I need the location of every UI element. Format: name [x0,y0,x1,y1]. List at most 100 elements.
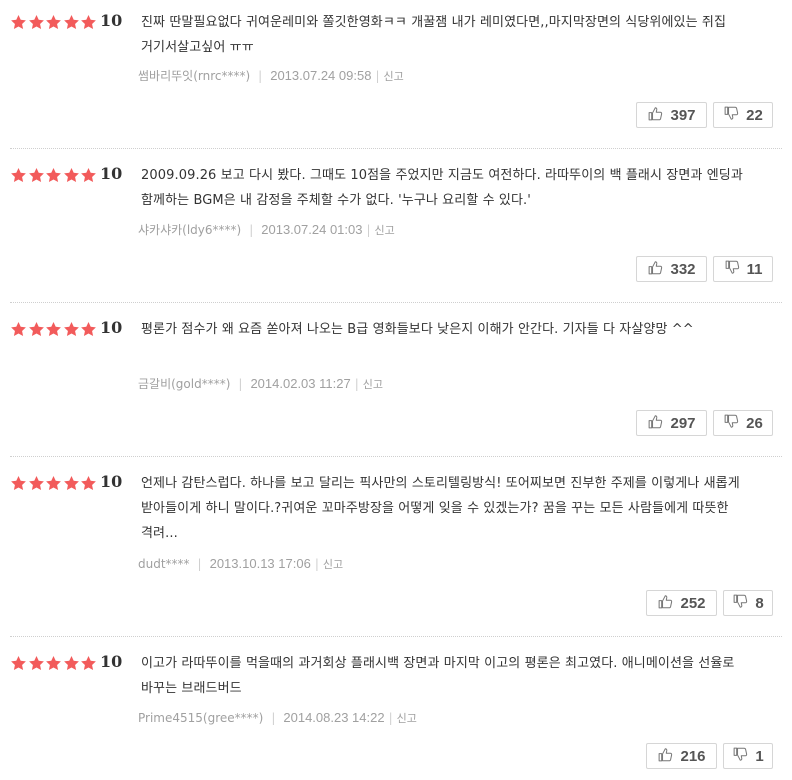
review-meta: Prime4515(gree****) | 2014.08.23 14:22 | 신고 [138,710,417,727]
like-count: 297 [670,414,696,432]
star-icon [28,321,46,338]
report-link[interactable]: 신고 [397,712,417,725]
review-divider [10,636,782,637]
star-icon [63,655,81,672]
review-author[interactable]: 샤카샤카(ldy6****) [138,223,241,237]
dislike-button[interactable]: 11 [713,256,773,282]
like-button[interactable]: 216 [646,743,717,769]
review-meta: 샤카샤카(ldy6****) | 2013.07.24 01:03 | 신고 [138,222,395,239]
dislike-count: 22 [746,106,763,124]
star-rating [10,165,98,185]
review-author[interactable]: 금갈비(gold****) [138,377,230,391]
star-rating [10,319,98,339]
star-icon [80,167,98,184]
star-icon [10,655,28,672]
star-icon [28,14,46,31]
review-score: 10 [100,652,123,671]
star-icon [28,167,46,184]
review-meta: 썸바리뚜잇(rnrc****) | 2013.07.24 09:58 | 신고 [138,68,404,85]
dislike-button[interactable]: 26 [713,410,773,436]
like-button[interactable]: 332 [636,256,707,282]
star-icon [45,14,63,31]
review-divider [10,148,782,149]
dislike-count: 1 [755,747,764,765]
review-author[interactable]: 썸바리뚜잇(rnrc****) [138,69,250,83]
review-score: 10 [100,164,123,183]
star-icon [80,14,98,31]
dislike-button[interactable]: 1 [723,743,773,769]
meta-divider: | [314,557,319,571]
meta-divider: | [375,69,380,83]
dislike-count: 11 [746,260,763,278]
star-icon [10,14,28,31]
review-meta: 금갈비(gold****) | 2014.02.03 11:27 | 신고 [138,376,383,393]
review-text: 언제나 감탄스럽다. 하나를 보고 달리는 픽사만의 스토리텔링방식! 또어찌보… [141,476,740,541]
star-icon [80,321,98,338]
star-icon [63,475,81,492]
review-score: 10 [100,11,123,30]
thumbs-up-icon [657,593,680,614]
thumbs-up-icon [647,105,670,126]
thumbs-down-icon [723,105,746,126]
report-link[interactable]: 신고 [375,224,395,237]
meta-divider: | [354,377,359,391]
dislike-button[interactable]: 8 [723,590,773,616]
review-author[interactable]: dudt**** [138,557,190,571]
star-icon [45,167,63,184]
star-rating [10,12,98,32]
review-author[interactable]: Prime4515(gree****) [138,711,263,725]
dislike-count: 26 [746,414,763,432]
like-count: 332 [670,260,696,278]
star-icon [28,475,46,492]
meta-divider: | [249,223,254,237]
dislike-count: 8 [755,594,764,612]
like-count: 397 [670,106,696,124]
review-text: 평론가 점수가 왜 요즘 쏟아져 나오는 B급 영화들보다 낮은지 이해가 안간… [141,322,694,337]
meta-divider: | [197,557,202,571]
review-date: 2013.07.24 09:58 [270,68,372,83]
star-icon [10,321,28,338]
like-count: 252 [680,594,706,612]
review-score: 10 [100,318,123,337]
report-link[interactable]: 신고 [323,558,343,571]
star-icon [63,321,81,338]
star-icon [28,655,46,672]
star-icon [63,167,81,184]
thumbs-up-icon [657,746,680,767]
star-icon [10,475,28,492]
like-button[interactable]: 397 [636,102,707,128]
review-meta: dudt**** | 2013.10.13 17:06 | 신고 [138,556,343,573]
review-date: 2014.02.03 11:27 [250,376,351,391]
review-date: 2013.07.24 01:03 [261,222,363,237]
meta-divider: | [388,711,393,725]
star-icon [10,167,28,184]
thumbs-up-icon [647,259,670,280]
report-link[interactable]: 신고 [363,378,383,391]
thumbs-down-icon [724,259,747,280]
star-icon [80,655,98,672]
thumbs-down-icon [732,746,755,767]
like-count: 216 [680,747,706,765]
review-text: 진짜 딴말필요없다 귀여운레미와 쫄깃한영화ㅋㅋ 개꿀잼 내가 레미였다면,,마… [141,15,727,55]
meta-divider: | [271,711,276,725]
like-button[interactable]: 297 [636,410,707,436]
review-divider [10,302,782,303]
meta-divider: | [238,377,243,391]
review-score: 10 [100,472,123,491]
report-link[interactable]: 신고 [383,70,403,83]
review-date: 2013.10.13 17:06 [209,556,311,571]
star-icon [45,475,63,492]
review-text: 이고가 라따뚜이를 먹을때의 과거회상 플래시백 장면과 마지막 이고의 평론은… [141,656,735,696]
thumbs-up-icon [647,413,670,434]
review-text: 2009.09.26 보고 다시 봤다. 그때도 10점을 주었지만 지금도 여… [141,168,743,208]
star-icon [45,321,63,338]
meta-divider: | [366,223,371,237]
star-rating [10,473,98,493]
star-rating [10,653,98,673]
dislike-button[interactable]: 22 [713,102,773,128]
thumbs-down-icon [732,593,755,614]
thumbs-down-icon [723,413,746,434]
review-divider [10,456,782,457]
star-icon [80,475,98,492]
like-button[interactable]: 252 [646,590,717,616]
